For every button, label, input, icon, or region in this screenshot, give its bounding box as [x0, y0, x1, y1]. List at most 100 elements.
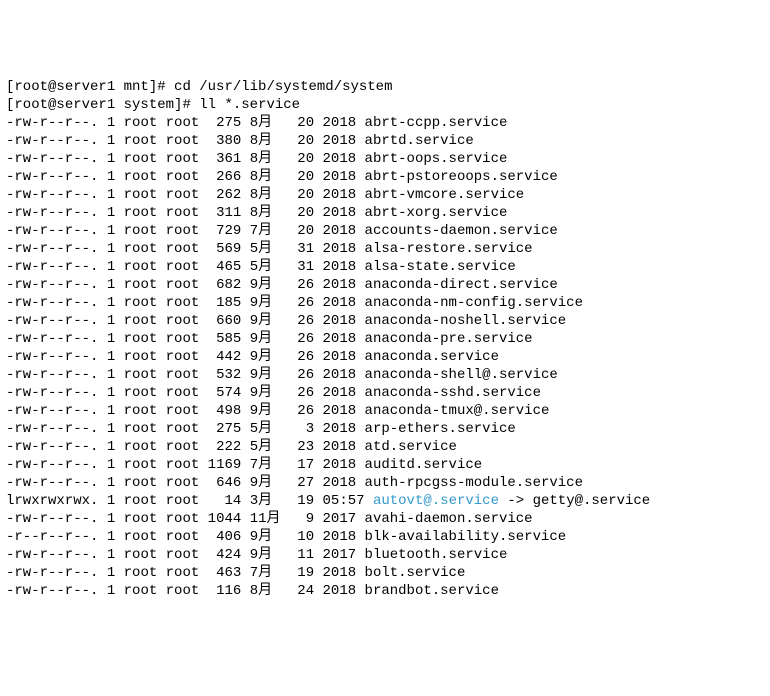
file-day: 23 — [289, 439, 314, 455]
file-links: 1 — [107, 115, 115, 131]
file-size: 262 — [208, 187, 242, 203]
file-row: -rw-r--r--. 1 root root 729 7月 20 2018 a… — [6, 222, 764, 240]
file-permissions: -rw-r--r--. — [6, 187, 98, 203]
file-size: 406 — [208, 529, 242, 545]
file-owner: root — [124, 187, 158, 203]
file-owner: root — [124, 331, 158, 347]
file-month: 3月 — [250, 493, 281, 509]
file-month: 8月 — [250, 133, 281, 149]
file-row: -rw-r--r--. 1 root root 682 9月 26 2018 a… — [6, 276, 764, 294]
file-permissions: -rw-r--r--. — [6, 475, 98, 491]
file-size: 682 — [208, 277, 242, 293]
file-links: 1 — [107, 205, 115, 221]
file-links: 1 — [107, 349, 115, 365]
file-row: -rw-r--r--. 1 root root 185 9月 26 2018 a… — [6, 294, 764, 312]
file-name: anaconda-direct.service — [365, 277, 558, 293]
file-permissions: -rw-r--r--. — [6, 349, 98, 365]
file-links: 1 — [107, 547, 115, 563]
file-links: 1 — [107, 277, 115, 293]
file-links: 1 — [107, 457, 115, 473]
file-day: 17 — [289, 457, 314, 473]
file-group: root — [166, 151, 200, 167]
file-month: 11月 — [250, 511, 281, 527]
file-month: 9月 — [250, 367, 281, 383]
file-permissions: -rw-r--r--. — [6, 385, 98, 401]
file-permissions: -rw-r--r--. — [6, 313, 98, 329]
file-permissions: -rw-r--r--. — [6, 421, 98, 437]
file-month: 8月 — [250, 205, 281, 221]
file-group: root — [166, 115, 200, 131]
file-month: 5月 — [250, 421, 281, 437]
file-size: 498 — [208, 403, 242, 419]
file-permissions: -rw-r--r--. — [6, 259, 98, 275]
file-time: 2018 — [323, 187, 357, 203]
file-month: 7月 — [250, 565, 281, 581]
file-links: 1 — [107, 529, 115, 545]
file-permissions: -rw-r--r--. — [6, 223, 98, 239]
file-owner: root — [124, 169, 158, 185]
file-owner: root — [124, 115, 158, 131]
file-time: 2018 — [323, 223, 357, 239]
file-month: 9月 — [250, 475, 281, 491]
terminal-output: [root@server1 mnt]# cd /usr/lib/systemd/… — [6, 78, 764, 600]
file-size: 14 — [208, 493, 242, 509]
file-row: -rw-r--r--. 1 root root 574 9月 26 2018 a… — [6, 384, 764, 402]
file-day: 19 — [289, 565, 314, 581]
file-group: root — [166, 511, 200, 527]
file-size: 275 — [208, 115, 242, 131]
file-time: 2018 — [323, 169, 357, 185]
file-day: 10 — [289, 529, 314, 545]
file-row: -rw-r--r--. 1 root root 585 9月 26 2018 a… — [6, 330, 764, 348]
file-permissions: -rw-r--r--. — [6, 457, 98, 473]
file-row: -rw-r--r--. 1 root root 361 8月 20 2018 a… — [6, 150, 764, 168]
file-month: 9月 — [250, 295, 281, 311]
file-size: 660 — [208, 313, 242, 329]
file-group: root — [166, 331, 200, 347]
file-day: 27 — [289, 475, 314, 491]
shell-prompt-line: [root@server1 mnt]# cd /usr/lib/systemd/… — [6, 78, 764, 96]
file-row: -rw-r--r--. 1 root root 498 9月 26 2018 a… — [6, 402, 764, 420]
file-permissions: -r--r--r--. — [6, 529, 98, 545]
file-permissions: -rw-r--r--. — [6, 133, 98, 149]
file-permissions: -rw-r--r--. — [6, 547, 98, 563]
file-time: 2018 — [323, 205, 357, 221]
file-links: 1 — [107, 439, 115, 455]
file-permissions: -rw-r--r--. — [6, 205, 98, 221]
file-group: root — [166, 133, 200, 149]
file-size: 585 — [208, 331, 242, 347]
file-group: root — [166, 295, 200, 311]
file-month: 8月 — [250, 583, 281, 599]
file-month: 7月 — [250, 457, 281, 473]
file-owner: root — [124, 295, 158, 311]
file-day: 11 — [289, 547, 314, 563]
file-owner: root — [124, 493, 158, 509]
file-time: 2018 — [323, 403, 357, 419]
file-name: anaconda-tmux@.service — [365, 403, 550, 419]
file-name: auth-rpcgss-module.service — [365, 475, 583, 491]
file-day: 26 — [289, 331, 314, 347]
file-row: lrwxrwxrwx. 1 root root 14 3月 19 05:57 a… — [6, 492, 764, 510]
file-time: 2018 — [323, 385, 357, 401]
file-size: 185 — [208, 295, 242, 311]
file-links: 1 — [107, 133, 115, 149]
file-day: 3 — [289, 421, 314, 437]
file-month: 9月 — [250, 277, 281, 293]
file-links: 1 — [107, 493, 115, 509]
file-row: -rw-r--r--. 1 root root 1169 7月 17 2018 … — [6, 456, 764, 474]
file-size: 222 — [208, 439, 242, 455]
file-day: 31 — [289, 241, 314, 257]
file-owner: root — [124, 133, 158, 149]
file-links: 1 — [107, 367, 115, 383]
symlink-target: -> getty@.service — [499, 493, 650, 509]
command: cd /usr/lib/systemd/system — [174, 79, 392, 95]
file-name: anaconda-shell@.service — [365, 367, 558, 383]
file-row: -rw-r--r--. 1 root root 646 9月 27 2018 a… — [6, 474, 764, 492]
file-size: 116 — [208, 583, 242, 599]
file-name: anaconda.service — [365, 349, 499, 365]
file-month: 9月 — [250, 529, 281, 545]
file-size: 361 — [208, 151, 242, 167]
file-row: -rw-r--r--. 1 root root 380 8月 20 2018 a… — [6, 132, 764, 150]
file-owner: root — [124, 403, 158, 419]
file-row: -rw-r--r--. 1 root root 222 5月 23 2018 a… — [6, 438, 764, 456]
file-name: abrt-pstoreoops.service — [365, 169, 558, 185]
